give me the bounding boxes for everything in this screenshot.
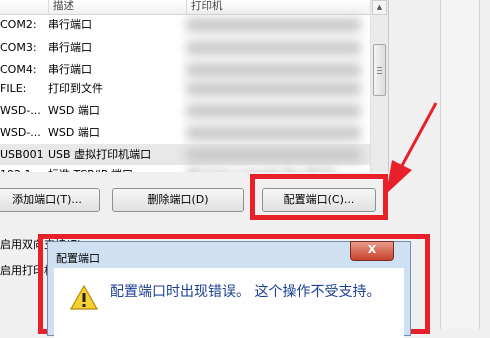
error-dialog: 配置端口 X 配置端口时出现错误。 这个操作不受支持。 bbox=[47, 241, 411, 338]
warning-icon bbox=[70, 285, 98, 310]
dialog-body: 配置端口时出现错误。 这个操作不受支持。 bbox=[54, 268, 404, 338]
dialog-title: 配置端口 bbox=[56, 252, 100, 265]
dialog-close-button[interactable]: X bbox=[350, 241, 394, 261]
dialog-message: 配置端口时出现错误。 这个操作不受支持。 bbox=[110, 284, 381, 300]
